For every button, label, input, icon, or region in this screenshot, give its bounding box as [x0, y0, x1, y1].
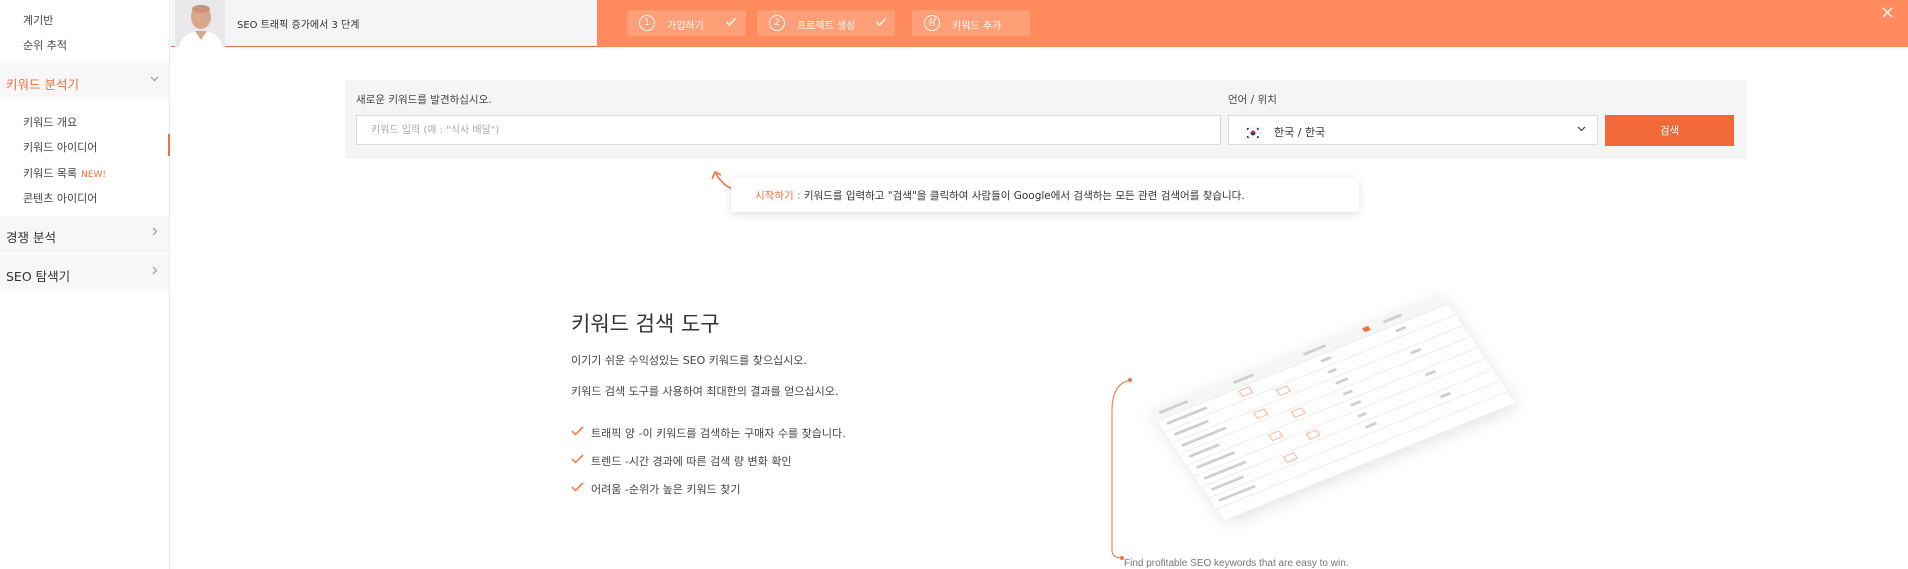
- sidebar-item-rank-tracking[interactable]: 순위 추적: [23, 37, 67, 53]
- check-icon: [571, 481, 584, 497]
- hero-paragraph: 이기기 쉬운 수익성있는 SEO 키워드를 찾으십시오.: [571, 354, 807, 367]
- active-indicator: [168, 134, 170, 156]
- chevron-right-icon: [149, 226, 160, 240]
- new-badge: NEW!: [81, 170, 107, 180]
- step-add-keywords[interactable]: 삼 키워드 추가: [912, 10, 1030, 36]
- keyword-input[interactable]: [356, 115, 1221, 145]
- onboarding-steps: 1 가입하기 2 프로젝트 생성 삼 키워드 추가: [597, 0, 1908, 47]
- close-icon[interactable]: [1881, 6, 1894, 23]
- sidebar-section-keyword-analyzer[interactable]: 키워드 분석기: [0, 63, 169, 99]
- feature-text: 어려움 -순위가 높은 키워드 찾기: [591, 483, 741, 496]
- sidebar-section-seo-explorer[interactable]: SEO 탐색기: [0, 255, 169, 291]
- step-label: 키워드 추가: [952, 21, 1002, 32]
- location-select[interactable]: 한국 / 한국: [1228, 115, 1598, 145]
- check-icon: [725, 16, 737, 31]
- check-icon: [571, 453, 584, 469]
- step-label: 프로젝트 생성: [797, 21, 856, 32]
- avatar: [175, 0, 225, 47]
- keyword-label: 새로운 키워드를 발견하십시오.: [356, 94, 492, 106]
- step-sign-up[interactable]: 1 가입하기: [627, 10, 746, 36]
- step-create-project[interactable]: 2 프로젝트 생성: [757, 10, 895, 36]
- sidebar: 계기반 순위 추적 키워드 분석기 키워드 개요 키워드 아이디어 키워드 목록…: [0, 0, 170, 569]
- hint-prefix: 시작하기 :: [755, 190, 801, 202]
- keyword-table-illustration: [1090, 260, 1550, 569]
- step-number: 1: [639, 15, 655, 31]
- sidebar-section-label: SEO 탐색기: [6, 269, 71, 284]
- sidebar-item-keyword-ideas[interactable]: 키워드 아이디어: [23, 139, 97, 155]
- check-icon: [571, 425, 584, 441]
- sidebar-item-keyword-lists[interactable]: 키워드 목록 NEW!: [23, 165, 106, 181]
- step-number: 2: [769, 15, 785, 31]
- sidebar-item-dashboard[interactable]: 계기반: [23, 12, 53, 28]
- sidebar-section-competitive-analysis[interactable]: 경쟁 분석: [0, 216, 169, 252]
- banner-title: SEO 트래픽 증가에서 3 단계: [237, 20, 360, 31]
- location-label: 언어 / 위치: [1228, 94, 1277, 106]
- chevron-down-icon: [1576, 123, 1587, 137]
- feature-text: 트래픽 양 -이 키워드를 검색하는 구매자 수를 찾습니다.: [591, 427, 846, 440]
- page-title: 키워드 검색 도구: [571, 312, 720, 336]
- check-icon: [875, 16, 887, 31]
- feature-text: 트렌드 -시간 경과에 따른 검색 량 변화 확인: [591, 455, 792, 468]
- sidebar-item-label: 키워드 목록: [23, 167, 78, 180]
- search-panel: 새로운 키워드를 발견하십시오. 언어 / 위치 한국 / 한국 검색: [345, 80, 1747, 159]
- chevron-right-icon: [149, 265, 160, 279]
- hero-paragraph: 키워드 검색 도구를 사용하여 최대한의 결과를 얻으십시오.: [571, 385, 839, 398]
- search-button[interactable]: 검색: [1605, 115, 1734, 146]
- location-value: 한국 / 한국: [1274, 126, 1326, 139]
- sidebar-section-label: 키워드 분석기: [6, 77, 79, 92]
- getting-started-tooltip: 시작하기 : 키워드를 입력하고 "검색"을 클릭하여 사람들이 Google에…: [731, 178, 1359, 212]
- sidebar-item-keyword-overview[interactable]: 키워드 개요: [23, 114, 77, 130]
- chevron-down-icon: [149, 73, 160, 87]
- illustration-caption: Find profitable SEO keywords that are ea…: [1124, 558, 1349, 569]
- hint-text: 키워드를 입력하고 "검색"을 클릭하여 사람들이 Google에서 검색하는 …: [800, 190, 1245, 202]
- sidebar-item-content-ideas[interactable]: 콘텐츠 아이디어: [23, 190, 97, 206]
- step-label: 가입하기: [667, 21, 704, 32]
- sidebar-section-label: 경쟁 분석: [6, 230, 56, 245]
- onboarding-banner: SEO 트래픽 증가에서 3 단계: [171, 0, 597, 47]
- step-number: 삼: [924, 15, 940, 31]
- korea-flag-icon: [1244, 124, 1262, 140]
